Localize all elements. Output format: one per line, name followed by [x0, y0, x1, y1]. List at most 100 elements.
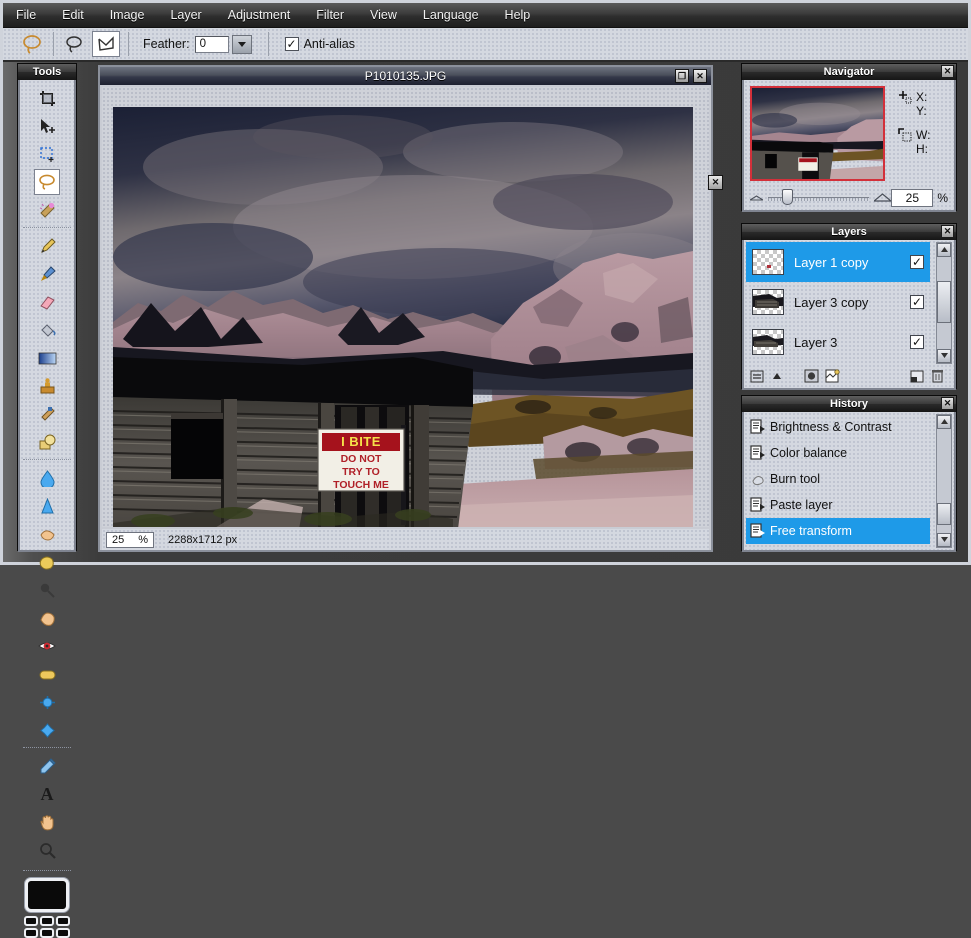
adjustment-layer-icon[interactable] [825, 369, 840, 384]
delete-layer-icon[interactable] [930, 369, 944, 384]
history-adjust-icon [750, 445, 770, 462]
menu-item-view[interactable]: View [357, 5, 410, 25]
tool-eraser[interactable] [34, 289, 60, 315]
layer-mask-icon[interactable] [804, 369, 819, 384]
anti-alias-checkbox[interactable]: ✓ [285, 37, 299, 51]
palette-swatch[interactable] [56, 928, 70, 938]
tool-red-eye[interactable] [34, 633, 60, 659]
layer-row-layer-1-copy[interactable]: Layer 1 copy ✓ [746, 242, 930, 282]
menu-item-help[interactable]: Help [492, 5, 544, 25]
tool-text[interactable]: A [34, 781, 60, 807]
tool-move[interactable] [34, 113, 60, 139]
history-row-paste-layer[interactable]: Paste layer [746, 492, 930, 518]
layer-visibility-checkbox[interactable]: ✓ [910, 335, 924, 349]
chevron-up-icon[interactable] [937, 415, 951, 429]
tool-eyedropper[interactable] [34, 753, 60, 779]
tool-zoom-magnifier[interactable] [34, 837, 60, 863]
menu-item-layer[interactable]: Layer [157, 5, 214, 25]
history-row-burn-tool[interactable]: Burn tool [746, 466, 930, 492]
tool-paint-bucket[interactable] [34, 317, 60, 343]
tool-lasso[interactable] [34, 169, 60, 195]
tool-burn[interactable] [34, 577, 60, 603]
document-title-bar[interactable]: P1010135.JPG ❐ ✕ [100, 67, 711, 85]
tool-sponge[interactable] [34, 549, 60, 575]
chevron-down-icon[interactable] [937, 533, 951, 547]
palette-swatch[interactable] [40, 928, 54, 938]
tool-crop[interactable] [34, 85, 60, 111]
chevron-down-icon[interactable] [232, 35, 252, 54]
history-scrollbar-thumb[interactable] [937, 503, 951, 525]
layer-visibility-checkbox[interactable]: ✓ [910, 255, 924, 269]
sign-line-4: TOUCH ME [318, 479, 404, 491]
small-triangle-icon[interactable] [750, 192, 763, 204]
layer-row-layer-3-copy[interactable]: Layer 3 copy ✓ [746, 282, 930, 322]
menu-item-filter[interactable]: Filter [303, 5, 357, 25]
canvas-area[interactable]: I BITE DO NOT TRY TO TOUCH ME [102, 87, 709, 527]
palette-swatch[interactable] [40, 916, 54, 926]
slider-thumb[interactable] [782, 189, 793, 205]
chevron-up-icon[interactable] [770, 369, 784, 384]
tool-pill[interactable] [34, 661, 60, 687]
close-icon[interactable]: ✕ [941, 397, 954, 410]
menu-item-adjustment[interactable]: Adjustment [215, 5, 304, 25]
tool-marquee-select[interactable] [34, 141, 60, 167]
navigator-thumbnail[interactable] [750, 86, 885, 181]
chevron-down-icon[interactable] [937, 349, 951, 363]
palette-swatch[interactable] [24, 928, 38, 938]
tool-dodge[interactable] [34, 521, 60, 547]
history-row-color-balance[interactable]: Color balance [746, 440, 930, 466]
menu-item-edit[interactable]: Edit [49, 5, 97, 25]
close-icon[interactable]: ✕ [941, 225, 954, 238]
tool-blur[interactable] [34, 465, 60, 491]
navigator-zoom-input[interactable]: 25 [891, 189, 933, 207]
tool-sharpen[interactable] [34, 493, 60, 519]
navigator-panel: Navigator ✕ [741, 63, 957, 211]
history-row-free-transform[interactable]: Free transform [746, 518, 930, 544]
lasso-icon[interactable] [19, 32, 45, 56]
new-layer-icon[interactable] [910, 369, 924, 384]
layers-scrollbar-thumb[interactable] [937, 281, 951, 323]
chevron-up-icon[interactable] [937, 243, 951, 257]
tool-smudge[interactable] [34, 401, 60, 427]
tool-hand[interactable] [34, 809, 60, 835]
history-row-brightness-contrast[interactable]: Brightness & Contrast [746, 414, 930, 440]
navigator-zoom-slider[interactable] [768, 194, 869, 202]
large-triangle-icon[interactable] [874, 192, 891, 205]
tool-shapes[interactable] [34, 429, 60, 455]
menu-item-image[interactable]: Image [97, 5, 158, 25]
tool-smudge-fingers[interactable] [34, 605, 60, 631]
layer-list[interactable]: Layer 1 copy ✓ Layer 3 copy ✓ [746, 242, 930, 364]
foreground-color-swatch[interactable] [25, 878, 69, 912]
layers-scrollbar[interactable] [936, 242, 952, 364]
tool-magic-wand[interactable] [34, 197, 60, 223]
history-scrollbar[interactable] [936, 414, 952, 548]
close-icon[interactable]: ✕ [941, 65, 954, 78]
tool-bloat[interactable] [34, 689, 60, 715]
blend-mode-icon[interactable] [750, 369, 764, 384]
tool-gradient[interactable] [34, 345, 60, 371]
document-title-label: P1010135.JPG [365, 69, 446, 83]
layer-visibility-checkbox[interactable]: ✓ [910, 295, 924, 309]
palette-swatch[interactable] [56, 916, 70, 926]
menu-item-language[interactable]: Language [410, 5, 492, 25]
close-button[interactable]: ✕ [693, 69, 707, 83]
navigator-title-bar[interactable]: Navigator ✕ [742, 64, 956, 80]
maximize-button[interactable]: ❐ [675, 69, 689, 83]
zoom-level-field[interactable]: 25 % [106, 532, 154, 548]
history-list[interactable]: Brightness & Contrast Color balance Burn… [746, 414, 930, 548]
history-title-bar[interactable]: History ✕ [742, 396, 956, 412]
canvas-collapse-button[interactable]: ✕ [708, 175, 723, 190]
layers-title-bar[interactable]: Layers ✕ [742, 224, 956, 240]
lasso-freehand-icon[interactable] [62, 32, 88, 56]
layer-row-layer-3[interactable]: Layer 3 ✓ [746, 322, 930, 362]
palette-swatch[interactable] [24, 916, 38, 926]
tool-clone-stamp[interactable] [34, 373, 60, 399]
image-canvas[interactable]: I BITE DO NOT TRY TO TOUCH ME [113, 107, 693, 527]
menu-item-file[interactable]: File [3, 5, 49, 25]
feather-input[interactable]: 0 [195, 36, 229, 53]
tool-pencil[interactable] [34, 233, 60, 259]
tool-pinch[interactable] [34, 717, 60, 743]
tool-paintbrush[interactable] [34, 261, 60, 287]
history-item-label: Paste layer [770, 498, 833, 512]
lasso-polygonal-icon[interactable] [92, 31, 120, 57]
